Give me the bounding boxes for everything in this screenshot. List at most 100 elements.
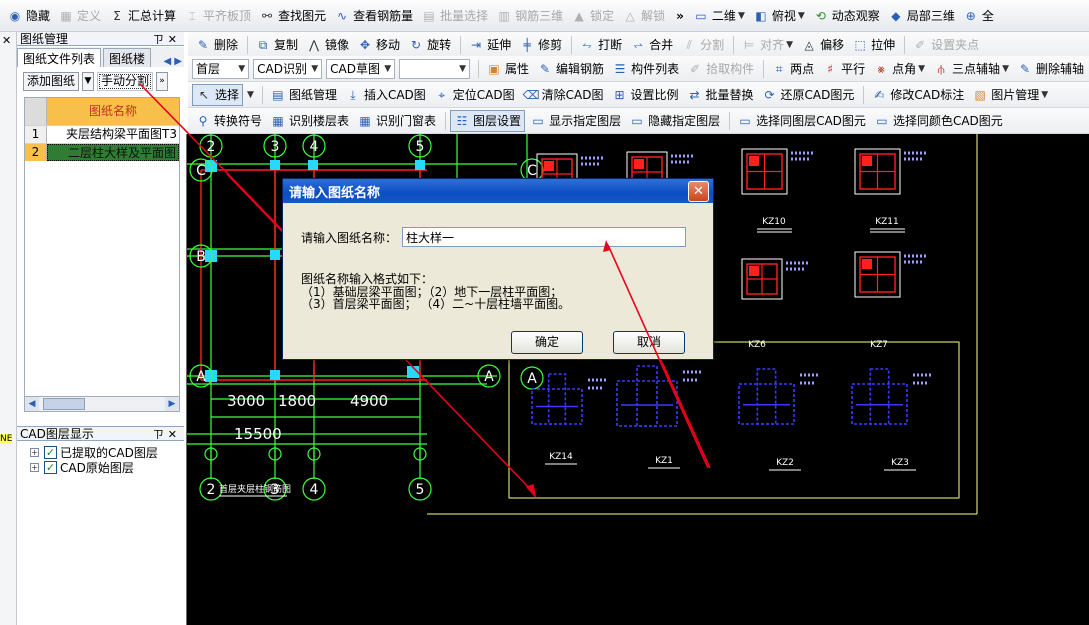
manual-split-button[interactable]: 手动分割 — [97, 71, 154, 91]
lock-button[interactable]: ▲ 锁定 — [568, 5, 617, 27]
convert-symbol-button[interactable]: ⚲ 转换符号 — [192, 110, 265, 132]
identify-floor-table-button[interactable]: ▦ 识别楼层表 — [267, 110, 352, 132]
batch-select-button[interactable]: ▤ 批量选择 — [418, 5, 491, 27]
clear-cad-button[interactable]: ⌫ 清除CAD图 — [520, 84, 607, 106]
find-element-button[interactable]: ⚯ 查找图元 — [256, 5, 329, 27]
top-view-button[interactable]: ◧ 俯视 ▼ — [750, 5, 808, 27]
toolbar-overflow-chevron[interactable]: » — [676, 9, 684, 23]
door-window-icon: ▦ — [359, 113, 371, 128]
scroll-thumb[interactable] — [43, 398, 85, 410]
mirror-button[interactable]: ⋀ 镜像 — [303, 34, 352, 56]
drawing-name-cell[interactable]: 夹层结构梁平面图T3 — [47, 126, 179, 143]
break-button[interactable]: ⥊ 打断 — [576, 34, 625, 56]
rebar-3d-button[interactable]: ▥ 钢筋三维 — [493, 5, 566, 27]
align-button[interactable]: ⊨ 对齐 ▼ — [738, 34, 796, 56]
edit-rebar-button[interactable]: ✎ 编辑钢筋 — [534, 58, 607, 80]
close-icon[interactable]: ✕ — [168, 428, 181, 441]
component-select[interactable]: ▼ — [399, 58, 471, 79]
hide-layer-button[interactable]: ▭ 隐藏指定图层 — [626, 110, 723, 132]
restore-cad-button[interactable]: ⟳ 还原CAD图元 — [759, 84, 858, 106]
three-point-axis-button[interactable]: ⫛ 三点辅轴 ▼ — [930, 58, 1012, 80]
scroll-left-icon[interactable]: ◀ — [25, 397, 39, 411]
tab-scroll-arrows-icon[interactable]: ◀ ▶ — [163, 56, 182, 67]
move-button[interactable]: ✥ 移动 — [354, 34, 403, 56]
hide-button[interactable]: ◉ 隐藏 — [4, 5, 53, 27]
view-2d-button[interactable]: ▭ 二维 ▼ — [690, 5, 748, 27]
batch-replace-button[interactable]: ⇄ 批量替换 — [684, 84, 757, 106]
checkbox-checked-icon[interactable]: ✓ — [44, 446, 57, 459]
dialog-title-bar[interactable]: 请输入图纸名称 ✕ — [283, 179, 713, 203]
delete-button[interactable]: ✎ 删除 — [192, 34, 241, 56]
tab-drawing-file-list[interactable]: 图纸文件列表 — [17, 48, 102, 67]
cancel-button[interactable]: 取消 — [613, 331, 685, 354]
drawing-name-cell[interactable]: 二层柱大样及平面图 — [47, 144, 179, 161]
set-scale-button[interactable]: ⊞ 设置比例 — [608, 84, 681, 106]
component-list-button[interactable]: ☰ 构件列表 — [609, 58, 682, 80]
more-actions-button[interactable]: » — [156, 71, 169, 91]
show-layer-button[interactable]: ▭ 显示指定图层 — [527, 110, 624, 132]
zoom-all-button[interactable]: ⊕ 全 — [960, 5, 997, 27]
identify-door-window-button[interactable]: ▦ 识别门窗表 — [354, 110, 439, 132]
select-same-layer-button[interactable]: ▭ 选择同图层CAD图元 — [734, 110, 869, 132]
extend-button[interactable]: ⇥ 延伸 — [465, 34, 514, 56]
tree-item-original-layers[interactable]: + ✓ CAD原始图层 — [30, 459, 134, 476]
close-icon[interactable]: ✕ — [168, 33, 181, 46]
pin-icon[interactable]: ㄗ — [153, 33, 168, 46]
insert-cad-button[interactable]: ⤓ 插入CAD图 — [342, 84, 429, 106]
sigma-icon: Σ — [113, 8, 121, 23]
set-grip-button[interactable]: ✐ 设置夹点 — [909, 34, 982, 56]
two-point-button[interactable]: ⌗ 两点 — [768, 58, 817, 80]
close-icon[interactable]: ✕ — [688, 180, 709, 202]
cad-draft-select[interactable]: CAD草图 ▼ — [326, 58, 396, 79]
offset-button[interactable]: ◬ 偏移 — [798, 34, 847, 56]
main-toolbar: ◉ 隐藏 ▦ 定义 Σ 汇总计算 ⌶ 平齐板顶 ⚯ 查找图元 ∿ 查看钢筋量 ▤ 批量选择 ▥… — [0, 0, 1089, 32]
add-drawing-button[interactable]: 添加图纸 — [23, 71, 80, 91]
level-top-button[interactable]: ⌶ 平齐板顶 — [181, 5, 254, 27]
define-button[interactable]: ▦ 定义 — [55, 5, 104, 27]
horizontal-scrollbar[interactable]: ◀ ▶ — [24, 396, 180, 412]
add-drawing-dropdown[interactable]: ▼ — [82, 71, 95, 91]
blue-column-details — [531, 365, 933, 427]
summary-calc-button[interactable]: Σ 汇总计算 — [106, 5, 179, 27]
image-manage-button[interactable]: ▧ 图片管理 ▼ — [969, 84, 1051, 106]
pick-component-button[interactable]: ✐ 拾取构件 — [684, 58, 757, 80]
locate-cad-button[interactable]: ⌖ 定位CAD图 — [431, 84, 518, 106]
modify-annotation-button[interactable]: ✍ 修改CAD标注 — [868, 84, 967, 106]
local-3d-button[interactable]: ◆ 局部三维 — [885, 5, 958, 27]
pin-icon[interactable]: ㄗ — [153, 428, 168, 441]
expand-plus-icon[interactable]: + — [30, 448, 39, 457]
tab-drawing-floor[interactable]: 图纸楼 — [103, 48, 152, 67]
trim-button[interactable]: ╪ 修剪 — [516, 34, 565, 56]
layer-settings-button[interactable]: ☷ 图层设置 — [450, 109, 526, 132]
cad-identify-select[interactable]: CAD识别 ▼ — [253, 58, 323, 79]
stretch-button[interactable]: ⬚ 拉伸 — [849, 34, 898, 56]
orbit-button[interactable]: ⟲ 动态观察 — [810, 5, 883, 27]
drawing-name-input[interactable] — [402, 227, 686, 247]
select-same-color-button[interactable]: ▭ 选择同颜色CAD图元 — [871, 110, 1006, 132]
table-row-selected[interactable]: 2 二层柱大样及平面图 — [25, 143, 179, 161]
eye-icon: ◉ — [9, 8, 21, 23]
merge-button[interactable]: ⥋ 合并 — [627, 34, 676, 56]
split-button[interactable]: ⫽ 分割 — [678, 34, 727, 56]
expand-plus-icon[interactable]: + — [30, 463, 39, 472]
copy-button[interactable]: ⧉ 复制 — [252, 34, 301, 56]
select-button[interactable]: ↖ 选择 — [192, 83, 244, 106]
unlock-button[interactable]: △ 解锁 — [619, 5, 668, 27]
orbit-icon: ⟲ — [815, 8, 826, 23]
replace-icon: ⇄ — [689, 87, 700, 102]
floor-select[interactable]: 首层 ▼ — [192, 58, 250, 79]
point-angle-button[interactable]: ⨳ 点角 ▼ — [870, 58, 928, 80]
parallel-button[interactable]: ♯ 平行 — [819, 58, 868, 80]
close-icon[interactable]: ✕ — [2, 34, 11, 47]
table-row[interactable]: 1 夹层结构梁平面图T3 — [25, 125, 179, 143]
drawing-manage-button[interactable]: ▤ 图纸管理 — [267, 84, 340, 106]
property-button[interactable]: ▣ 属性 — [483, 58, 532, 80]
checkbox-checked-icon[interactable]: ✓ — [44, 461, 57, 474]
delete-axis-button[interactable]: ✎ 删除辅轴 — [1014, 58, 1087, 80]
rotate-button[interactable]: ↻ 旋转 — [405, 34, 454, 56]
view-rebar-button[interactable]: ∿ 查看钢筋量 — [331, 5, 416, 27]
hide-layer-icon: ▭ — [631, 113, 643, 128]
chevron-down-icon[interactable]: ▼ — [247, 90, 254, 100]
scroll-right-icon[interactable]: ▶ — [165, 397, 179, 411]
ok-button[interactable]: 确定 — [511, 331, 583, 354]
